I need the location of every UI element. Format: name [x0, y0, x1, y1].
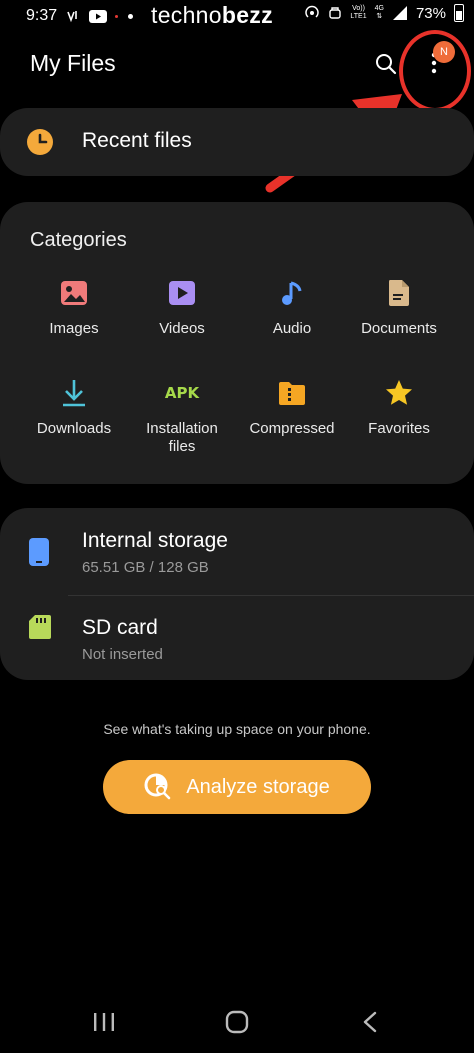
storage-item-sd-card[interactable]: SD card Not inserted	[0, 596, 474, 682]
storage-title: Internal storage	[82, 529, 228, 552]
hotspot-icon	[305, 5, 320, 18]
home-icon	[225, 1010, 249, 1034]
music-note-icon	[282, 281, 302, 305]
recent-apps-button[interactable]	[84, 1004, 124, 1040]
notification-dot	[115, 14, 119, 18]
document-icon	[389, 280, 409, 306]
status-left-icons	[66, 9, 108, 23]
recent-files-label: Recent files	[82, 129, 192, 152]
analyze-storage-icon	[144, 773, 171, 800]
image-icon	[61, 281, 87, 305]
youtube-icon	[89, 9, 108, 23]
category-label: Audio	[272, 320, 312, 337]
category-label: Compressed	[249, 420, 335, 437]
notification-dot-white	[128, 13, 134, 19]
category-downloads[interactable]: Downloads	[18, 376, 130, 438]
recent-files-item[interactable]: Recent files	[0, 108, 474, 176]
battery-icon	[454, 4, 464, 22]
apk-icon: APK	[164, 384, 200, 402]
network-4g-indicator: 4G ⇅	[374, 5, 384, 20]
categories-heading: Categories	[30, 229, 127, 251]
category-label: Downloads	[36, 420, 112, 437]
navigation-bar	[0, 990, 474, 1053]
page-title: My Files	[30, 50, 116, 76]
watermark-logo: technobezz	[151, 2, 273, 28]
category-images[interactable]: Images	[18, 276, 130, 338]
category-label: Installation files	[146, 420, 218, 455]
archive-icon	[279, 382, 305, 405]
category-installation-files[interactable]: APK Installation files	[126, 376, 238, 456]
home-button[interactable]	[217, 1004, 257, 1040]
category-audio[interactable]: Audio	[236, 276, 348, 338]
category-documents[interactable]: Documents	[343, 276, 455, 338]
download-icon	[63, 380, 85, 407]
star-icon	[386, 380, 412, 405]
volte-indicator: Vo)) LTE1	[350, 5, 367, 20]
alarm-icon	[329, 7, 342, 19]
category-videos[interactable]: Videos	[126, 276, 238, 338]
storage-subtitle: Not inserted	[82, 646, 163, 663]
storage-card: Internal storage 65.51 GB / 128 GB SD ca…	[0, 508, 474, 680]
category-compressed[interactable]: Compressed	[236, 376, 348, 438]
status-right-icons: Vo)) LTE1 4G ⇅ 73%	[304, 4, 464, 22]
storage-item-internal[interactable]: Internal storage 65.51 GB / 128 GB	[0, 508, 474, 594]
storage-title: SD card	[82, 616, 158, 639]
categories-card: Categories Images Videos Audio Documents…	[0, 202, 474, 484]
status-time: 9:37	[26, 7, 58, 24]
clock-icon	[27, 129, 53, 155]
analyze-hint-text: See what's taking up space on your phone…	[103, 721, 371, 737]
analyze-storage-label: Analyze storage	[186, 775, 330, 798]
category-label: Favorites	[368, 420, 430, 437]
back-button[interactable]	[350, 1004, 390, 1040]
back-icon	[363, 1011, 377, 1033]
category-label: Documents	[361, 320, 437, 337]
category-label: Videos	[159, 320, 205, 337]
recent-apps-icon	[94, 1013, 114, 1031]
phone-icon	[29, 538, 49, 566]
analyze-storage-button[interactable]: Analyze storage	[103, 760, 371, 814]
battery-percent: 73%	[415, 4, 446, 22]
play-icon	[169, 281, 195, 305]
sd-card-icon	[29, 615, 51, 639]
storage-subtitle: 65.51 GB / 128 GB	[82, 559, 209, 576]
wifi-call-icon	[67, 11, 77, 23]
category-label: Images	[49, 320, 99, 337]
category-favorites[interactable]: Favorites	[343, 376, 455, 438]
signal-icon	[392, 6, 407, 20]
